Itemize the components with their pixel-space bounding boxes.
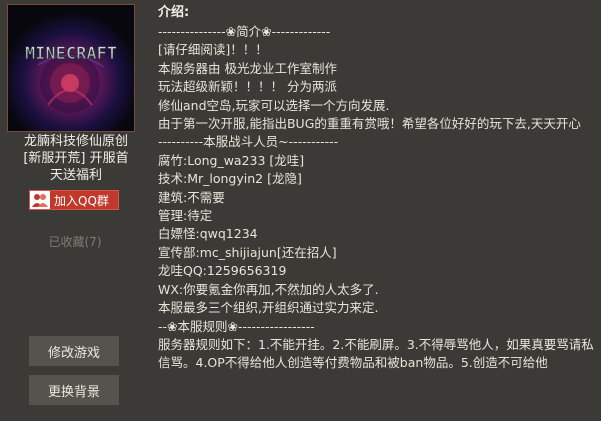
intro-line: --❀本服规则❀-----------------	[158, 318, 315, 334]
edit-game-button[interactable]: 修改游戏	[29, 336, 119, 366]
intro-line: 本服最多三个组织,开组织通过实力来定.	[158, 300, 379, 316]
qq-group-icon	[30, 191, 50, 209]
intro-line: ---------------❀简介❀-------------	[158, 24, 331, 39]
intro-line: 本服务器由 极光龙业工作室制作	[158, 60, 337, 76]
favorite-count[interactable]: 已收藏(7)	[0, 233, 150, 250]
server-sidebar: MINECRAFT 龙腩科技修仙原创 [新服开荒] 开服首 天送福利 加入QQ群…	[0, 0, 150, 421]
server-title-line: [新服开荒] 开服首	[23, 151, 129, 166]
intro-line: 建筑:不需要	[158, 189, 225, 205]
intro-line: ----------本服战斗人员~-----------	[158, 134, 339, 150]
intro-line: [请仔细阅读]！！！	[158, 42, 268, 58]
intro-line: 玩法超级新颖！！！！ 分为两派	[158, 79, 337, 95]
intro-line: 技术:Mr_longyin2 [龙隐]	[158, 171, 302, 187]
server-title: 龙腩科技修仙原创 [新服开荒] 开服首 天送福利	[6, 133, 146, 184]
intro-panel: 介绍: ---------------❀简介❀------------- [请仔细…	[158, 4, 598, 373]
server-title-line: 龙腩科技修仙原创	[23, 134, 128, 149]
intro-text: ---------------❀简介❀------------- [请仔细阅读]！…	[158, 23, 598, 373]
intro-line: 腐竹:Long_wa233 [龙哇]	[158, 152, 305, 168]
intro-line: 宣传部:mc_shijiajun[还在招人]	[158, 244, 337, 260]
intro-label: 介绍:	[158, 5, 190, 20]
intro-line: 白嫖怪:qwq1234	[158, 226, 258, 242]
change-background-button[interactable]: 更换背景	[29, 375, 119, 405]
server-cover-image: MINECRAFT	[7, 4, 135, 132]
intro-line: WX:你要氪金你再加,不然加的人太多了.	[158, 281, 379, 297]
intro-line: 服务器规则如下：1.不能开挂。2.不能刷屏。3.不得辱骂他人，如果真要骂请私信骂…	[158, 336, 594, 371]
intro-line: 修仙and空岛,玩家可以选择一个方向发展.	[158, 97, 390, 113]
join-qq-group-button[interactable]: 加入QQ群	[29, 190, 119, 210]
minecraft-logo-text: MINECRAFT	[25, 44, 117, 64]
server-title-line: 天送福利	[49, 168, 102, 183]
intro-line: 龙哇QQ:1259656319	[158, 263, 287, 279]
intro-line: 管理:待定	[158, 208, 213, 224]
intro-line: 由于第一次开服,能指出BUG的重重有赏哦！希望各位好好的玩下去,天天开心	[158, 116, 581, 132]
join-qq-group-label: 加入QQ群	[54, 193, 109, 208]
